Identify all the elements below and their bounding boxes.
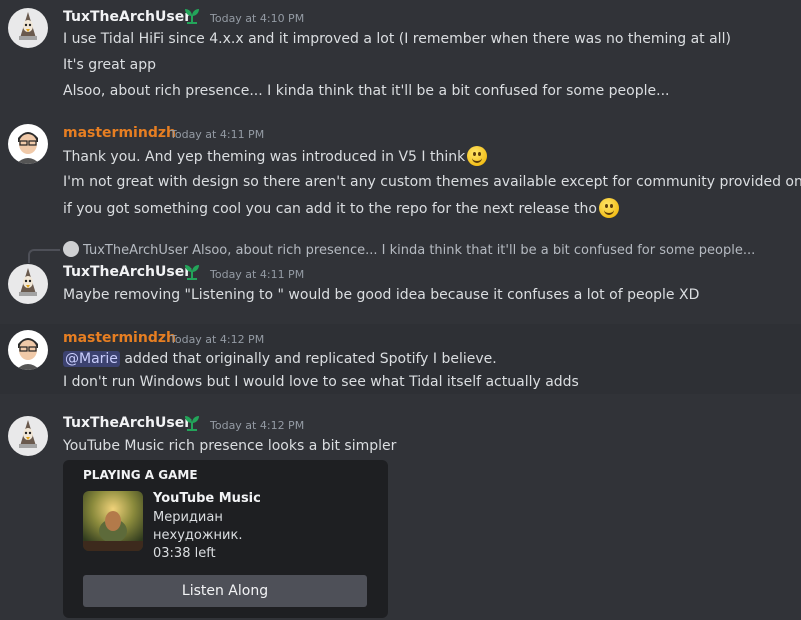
activity-header: PLAYING A GAME [83, 468, 198, 482]
sprout-icon[interactable] [182, 414, 202, 432]
activity-state: нехудожник. [153, 528, 243, 543]
timestamp: Today at 4:12 PM [170, 333, 265, 346]
reply-avatar [63, 241, 79, 257]
reply-text: Alsoo, about rich presence... I kinda th… [192, 243, 756, 258]
avatar-tux[interactable] [8, 416, 48, 456]
avatar-tux[interactable] [8, 264, 48, 304]
author-name[interactable]: TuxTheArchUser [63, 9, 191, 25]
activity-details: Меридиан [153, 510, 223, 525]
message-text: Thank you. And yep theming was introduce… [63, 146, 488, 167]
message-1: TuxTheArchUser Today at 4:10 PM I use Ti… [0, 0, 801, 110]
reply-preview[interactable]: TuxTheArchUser Alsoo, about rich presence… [63, 241, 755, 258]
message-4: mastermindzh Today at 4:12 PM @Marie add… [0, 324, 801, 394]
timestamp: Today at 4:12 PM [210, 419, 305, 432]
author-name[interactable]: TuxTheArchUser [63, 415, 191, 431]
activity-time-left: 03:38 left [153, 546, 216, 561]
message-2: mastermindzh Today at 4:11 PM Thank you.… [0, 116, 801, 228]
activity-name: YouTube Music [153, 491, 261, 506]
author-name[interactable]: mastermindzh [63, 125, 176, 141]
sprout-icon[interactable] [182, 263, 202, 281]
avatar-tux[interactable] [8, 8, 48, 48]
message-text: I use Tidal HiFi since 4.x.x and it impr… [63, 31, 731, 47]
activity-artwork[interactable] [83, 491, 143, 551]
activity-card: PLAYING A GAME YouTube Music Меридиан не… [63, 460, 388, 618]
message-text-content: Thank you. And yep theming was introduce… [63, 149, 466, 165]
message-text-content: if you got something cool you can add it… [63, 201, 597, 217]
smiling-face-emoji[interactable] [598, 198, 619, 218]
smiling-face-emoji[interactable] [467, 146, 488, 166]
listen-along-button[interactable]: Listen Along [83, 575, 367, 607]
timestamp: Today at 4:11 PM [170, 128, 265, 141]
message-text: Maybe removing "Listening to " would be … [63, 287, 700, 303]
author-name[interactable]: mastermindzh [63, 330, 176, 346]
author-name[interactable]: TuxTheArchUser [63, 264, 191, 280]
message-text: It's great app [63, 57, 157, 73]
sprout-icon[interactable] [182, 7, 202, 25]
timestamp: Today at 4:10 PM [210, 12, 305, 25]
message-text: YouTube Music rich presence looks a bit … [63, 438, 397, 454]
message-text: I'm not great with design so there aren'… [63, 174, 801, 190]
message-text: I don't run Windows but I would love to … [63, 374, 579, 390]
avatar-mastermindzh[interactable] [8, 124, 48, 164]
avatar-mastermindzh[interactable] [8, 330, 48, 370]
message-text: if you got something cool you can add it… [63, 198, 619, 219]
user-mention[interactable]: @Marie [63, 351, 120, 367]
message-3: TuxTheArchUser Today at 4:11 PM Maybe re… [0, 258, 801, 318]
message-text: @Marie added that originally and replica… [63, 349, 497, 369]
message-text: Alsoo, about rich presence... I kinda th… [63, 83, 670, 99]
message-text-content: added that originally and replicated Spo… [119, 351, 497, 367]
reply-author[interactable]: TuxTheArchUser [83, 243, 188, 258]
timestamp: Today at 4:11 PM [210, 268, 305, 281]
